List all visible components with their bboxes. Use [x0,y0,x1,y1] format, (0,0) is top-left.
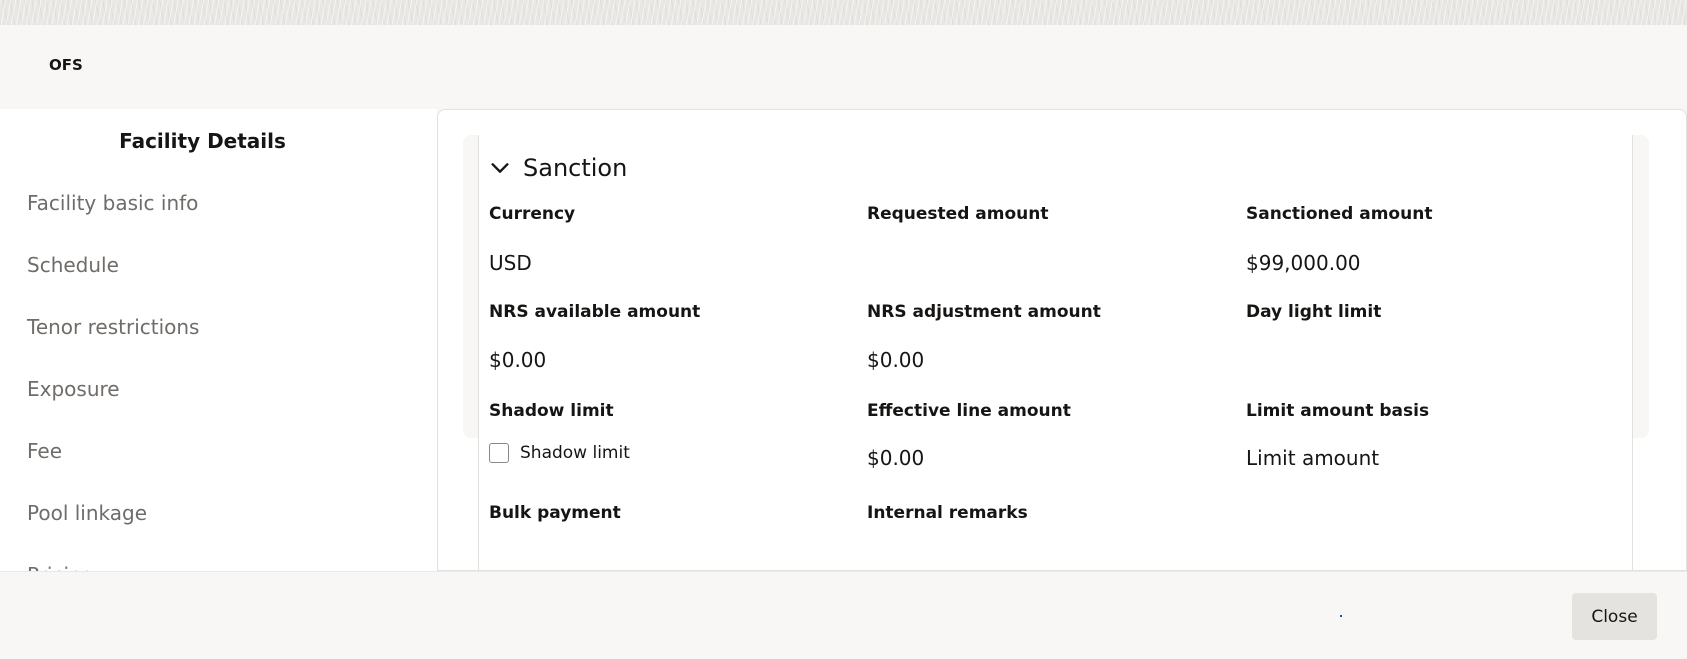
facility-details-sidebar: Facility Details Facility basic info Sch… [0,109,437,571]
requested-amount-label: Requested amount [867,204,1049,224]
sidebar-item-tenor-restrictions[interactable]: Tenor restrictions [27,315,199,339]
nrs-available-amount-value: $0.00 [489,348,547,372]
limit-amount-basis-value: Limit amount [1246,446,1380,470]
close-button[interactable]: Close [1572,593,1657,640]
nrs-available-amount-label: NRS available amount [489,302,701,322]
sidebar-item-exposure[interactable]: Exposure [27,377,120,401]
nrs-adjustment-amount-label: NRS adjustment amount [867,302,1101,322]
nrs-adjustment-amount-value: $0.00 [867,348,925,372]
sidebar-item-facility-basic-info[interactable]: Facility basic info [27,191,198,215]
sanctioned-amount-label: Sanctioned amount [1246,204,1433,224]
shadow-limit-checkbox-field[interactable]: Shadow limit [489,443,630,463]
section-title: Sanction [523,154,628,182]
internal-remarks-label: Internal remarks [867,503,1028,523]
shadow-limit-label: Shadow limit [489,401,614,421]
sanctioned-amount-value: $99,000.00 [1246,251,1361,275]
shadow-limit-checkbox-label: Shadow limit [520,443,630,463]
bulk-payment-label: Bulk payment [489,503,621,523]
main-panel: Sanction Currency Requested amount Sanct… [437,109,1687,571]
sidebar-item-pool-linkage[interactable]: Pool linkage [27,501,147,525]
effective-line-amount-value: $0.00 [867,446,925,470]
currency-label: Currency [489,204,576,224]
chevron-down-icon[interactable] [489,157,511,179]
sidebar-title: Facility Details [119,129,286,153]
day-light-limit-label: Day light limit [1246,302,1382,322]
shadow-limit-checkbox[interactable] [489,443,509,463]
currency-value: USD [489,251,532,275]
sidebar-item-fee[interactable]: Fee [27,439,62,463]
sanction-section-card [478,135,1633,570]
sanction-section-header[interactable]: Sanction [489,150,627,186]
loading-indicator [1340,615,1342,617]
effective-line-amount-label: Effective line amount [867,401,1071,421]
top-banner-texture [0,0,1687,25]
sidebar-item-schedule[interactable]: Schedule [27,253,119,277]
limit-amount-basis-label: Limit amount basis [1246,401,1430,421]
app-header: OFS [0,25,1687,109]
sidebar-item-pricing[interactable]: Pricing [27,563,94,571]
app-title: OFS [49,56,83,74]
dialog-footer: Close [0,571,1687,659]
